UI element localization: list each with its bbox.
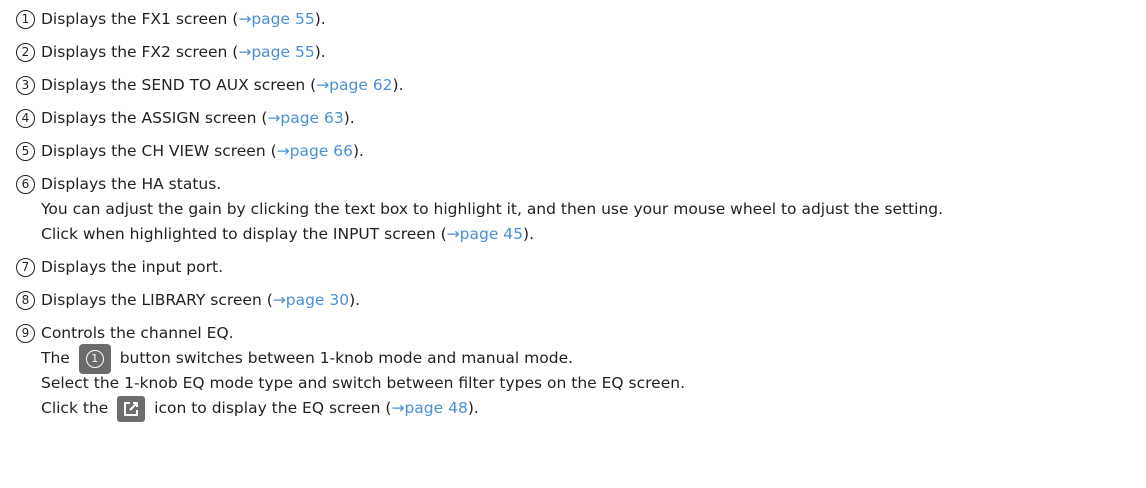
item-text: Displays the FX2 screen ( [41, 43, 239, 61]
page-link[interactable]: →page 45 [447, 225, 523, 243]
item-number: 4 [16, 109, 35, 128]
page-link[interactable]: →page 55 [238, 43, 314, 61]
item-text: Displays the CH VIEW screen ( [41, 142, 277, 160]
item-number: 2 [16, 43, 35, 62]
list-item: 6 Displays the HA status. You can adjust… [16, 174, 1141, 244]
one-knob-label: 1 [85, 349, 104, 368]
item-text: Displays the input port. [41, 258, 223, 276]
page-link[interactable]: →page 63 [267, 109, 343, 127]
item-text: Displays the FX1 screen ( [41, 10, 239, 28]
page-link[interactable]: →page 66 [277, 142, 353, 160]
list-item: 1 Displays the FX1 screen (→page 55). [16, 9, 1141, 29]
item-text: Displays the HA status. [41, 175, 222, 193]
page-link[interactable]: →page 55 [238, 10, 314, 28]
page-link[interactable]: →page 48 [391, 399, 467, 417]
item-number: 6 [16, 175, 35, 194]
item-number: 3 [16, 76, 35, 95]
item-text: You can adjust the gain by clicking the … [41, 200, 944, 218]
item-text: The [41, 349, 75, 367]
description-list: 1 Displays the FX1 screen (→page 55). 2 … [16, 0, 1141, 422]
list-item: 4 Displays the ASSIGN screen (→page 63). [16, 108, 1141, 128]
list-item: 5 Displays the CH VIEW screen (→page 66)… [16, 141, 1141, 161]
edit-icon [117, 395, 146, 422]
item-text: Displays the ASSIGN screen ( [41, 109, 268, 127]
item-text: Click when highlighted to display the IN… [41, 225, 447, 243]
list-item: 3 Displays the SEND TO AUX screen (→page… [16, 75, 1141, 95]
item-number: 5 [16, 142, 35, 161]
item-number: 1 [16, 10, 35, 29]
item-number: 7 [16, 258, 35, 277]
item-text: Controls the channel EQ. [41, 324, 234, 342]
one-knob-button-icon: 1 [78, 343, 111, 374]
item-text: button switches between 1-knob mode and … [114, 349, 574, 367]
item-text: Select the 1-knob EQ mode type and switc… [41, 374, 685, 392]
list-item: 8 Displays the LIBRARY screen (→page 30)… [16, 290, 1141, 310]
page-link[interactable]: →page 30 [273, 291, 349, 309]
item-text: icon to display the EQ screen ( [149, 399, 392, 417]
item-text: Displays the LIBRARY screen ( [41, 291, 273, 309]
list-item: 9 Controls the channel EQ. The 1 button … [16, 323, 1141, 422]
list-item: 2 Displays the FX2 screen (→page 55). [16, 42, 1141, 62]
item-number: 8 [16, 291, 35, 310]
item-text: Click the [41, 399, 114, 417]
page-link[interactable]: →page 62 [316, 76, 392, 94]
item-text: Displays the SEND TO AUX screen ( [41, 76, 317, 94]
list-item: 7 Displays the input port. [16, 257, 1141, 277]
item-number: 9 [16, 324, 35, 343]
